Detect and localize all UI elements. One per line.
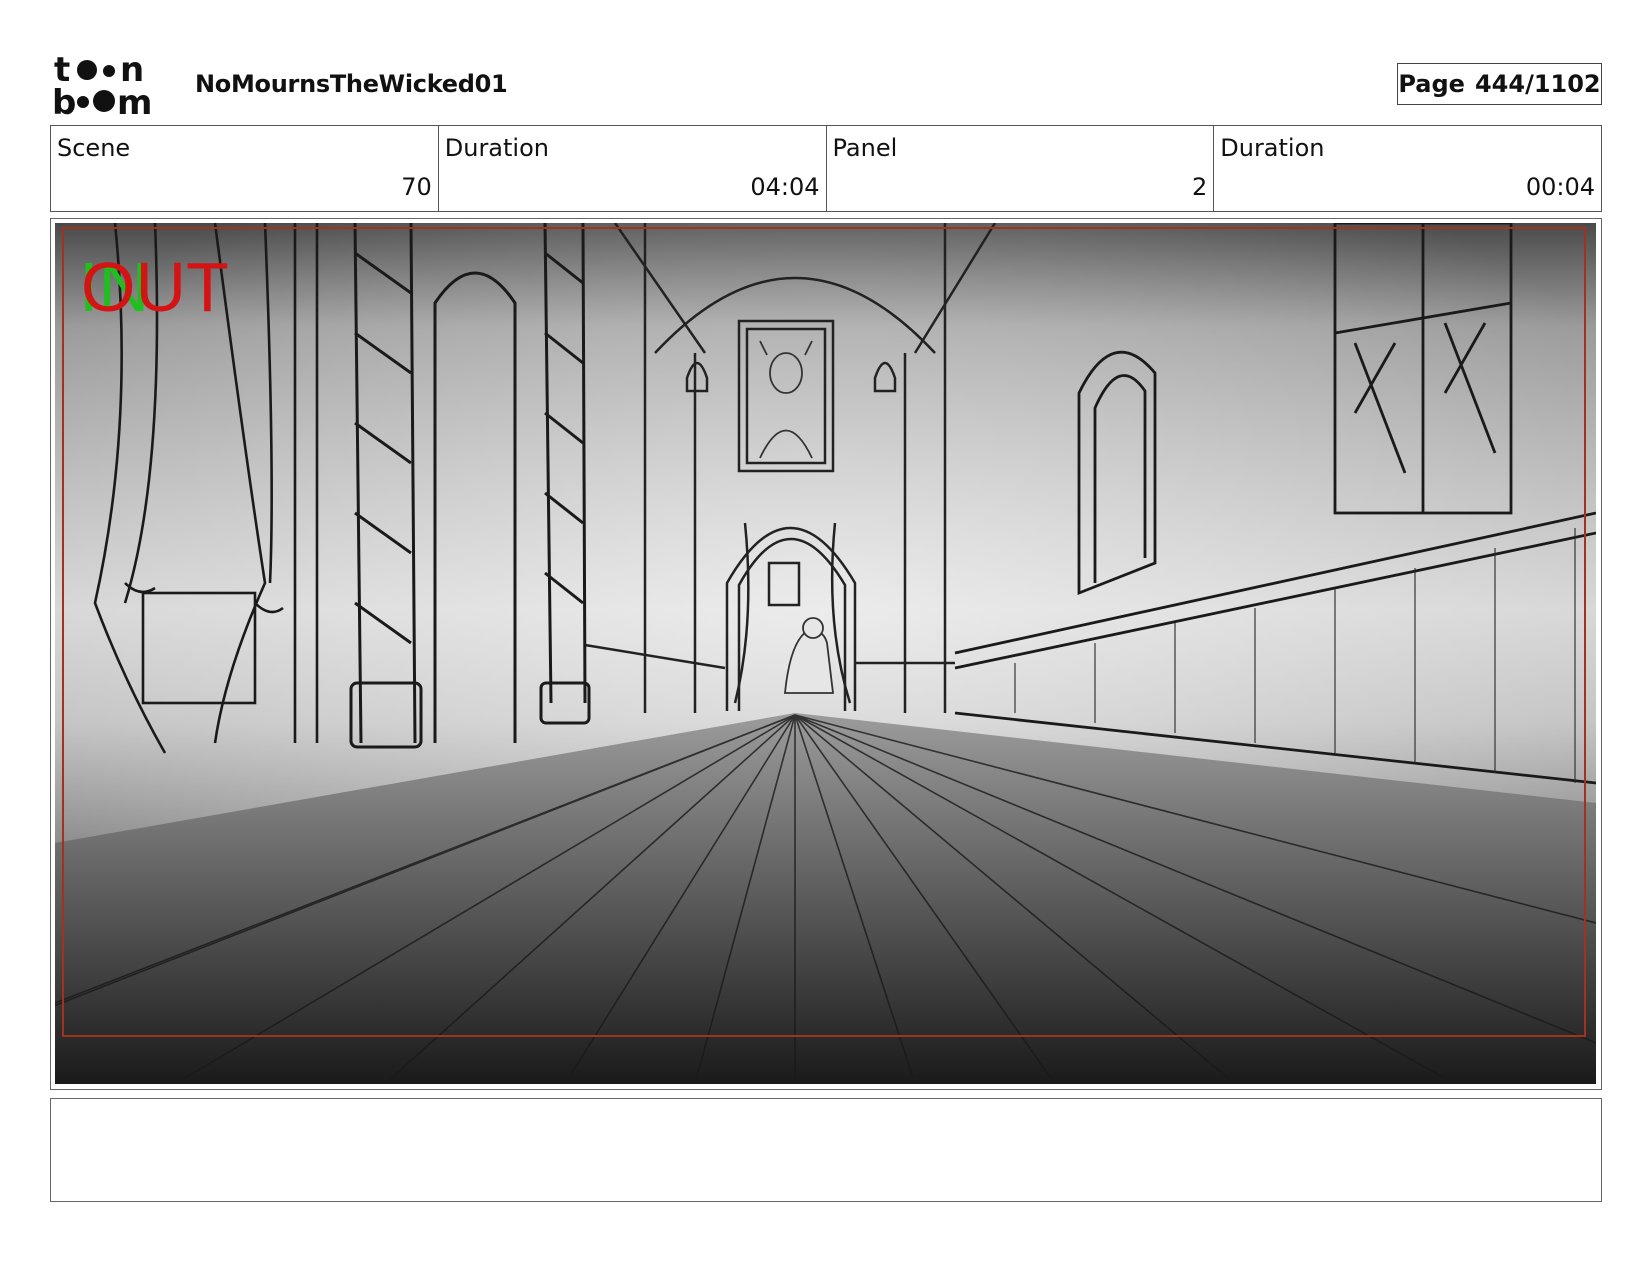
svg-text:m: m [117, 83, 152, 116]
page-label: Page [1398, 70, 1465, 98]
panel-label: Panel [832, 134, 898, 162]
scene-info-table: Scene 70 Duration 04:04 Panel 2 Duration… [50, 125, 1602, 212]
scene-duration-cell: Duration 04:04 [439, 126, 827, 211]
panel-drawing: IN OUT [55, 223, 1596, 1084]
caption-box [50, 1098, 1602, 1202]
page-number: 444/1102 [1474, 70, 1601, 98]
scene-duration-value: 04:04 [750, 173, 820, 201]
scene-value: 70 [401, 173, 432, 201]
scene-label: Scene [57, 134, 131, 162]
toonboom-logo: t n b m [54, 54, 152, 116]
out-marker: OUT [81, 248, 229, 326]
storyboard-panel: IN OUT [50, 218, 1602, 1090]
project-title: NoMournsTheWicked01 [195, 70, 508, 98]
scene-cell: Scene 70 [51, 126, 439, 211]
svg-text:b: b [54, 83, 76, 116]
panel-duration-label: Duration [1220, 134, 1325, 162]
panel-cell: Panel 2 [827, 126, 1215, 211]
panel-value: 2 [1191, 173, 1208, 201]
scene-duration-label: Duration [444, 134, 549, 162]
panel-duration-cell: Duration 00:04 [1214, 126, 1601, 211]
page-indicator: Page 444/1102 [1397, 63, 1602, 105]
panel-duration-value: 00:04 [1525, 173, 1595, 201]
